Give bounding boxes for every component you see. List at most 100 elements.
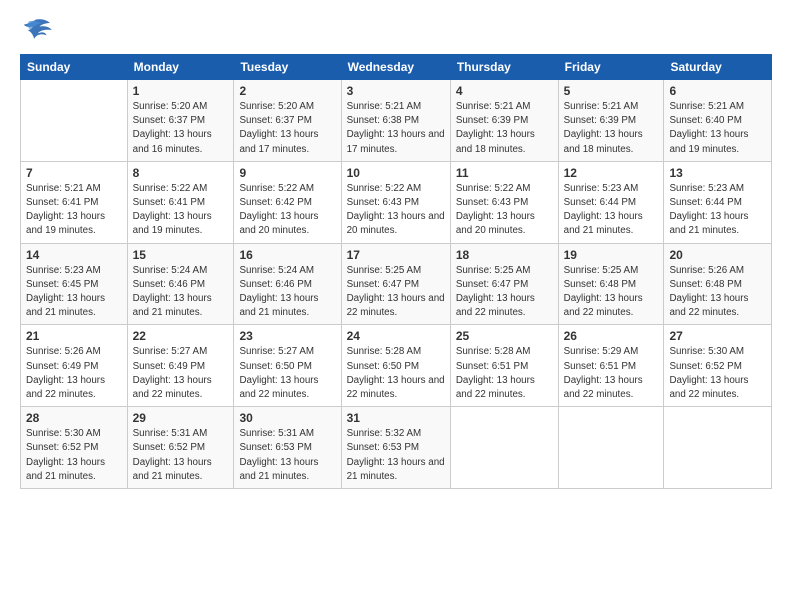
header-monday: Monday: [127, 55, 234, 80]
page-header: [20, 16, 772, 44]
calendar-cell: 8 Sunrise: 5:22 AMSunset: 6:41 PMDaylight…: [127, 161, 234, 243]
day-number: 24: [347, 329, 445, 343]
calendar-cell: 9 Sunrise: 5:22 AMSunset: 6:42 PMDaylight…: [234, 161, 341, 243]
day-info: Sunrise: 5:27 AMSunset: 6:50 PMDaylight:…: [239, 345, 335, 402]
day-info: Sunrise: 5:25 AMSunset: 6:48 PMDaylight:…: [564, 264, 659, 321]
day-number: 16: [239, 248, 335, 262]
day-info: Sunrise: 5:22 AMSunset: 6:41 PMDaylight:…: [133, 182, 229, 239]
day-info: Sunrise: 5:28 AMSunset: 6:50 PMDaylight:…: [347, 345, 445, 402]
calendar-cell: 3Sunrise: 5:21 AMSunset: 6:38 PMDaylight…: [341, 80, 450, 162]
calendar-cell: 28 Sunrise: 5:30 AMSunset: 6:52 PMDayligh…: [21, 407, 128, 489]
day-info: Sunrise: 5:23 AMSunset: 6:44 PMDaylight:…: [669, 182, 766, 239]
header-friday: Friday: [558, 55, 664, 80]
day-number: 10: [347, 166, 445, 180]
day-number: 22: [133, 329, 229, 343]
day-number: 15: [133, 248, 229, 262]
calendar-cell: 2 Sunrise: 5:20 AMSunset: 6:37 PMDaylight…: [234, 80, 341, 162]
day-number: 29: [133, 411, 229, 425]
week-row-1: 7 Sunrise: 5:21 AMSunset: 6:41 PMDaylight…: [21, 161, 772, 243]
calendar-cell: 6 Sunrise: 5:21 AMSunset: 6:40 PMDaylight…: [664, 80, 772, 162]
calendar-cell: 17 Sunrise: 5:25 AMSunset: 6:47 PMDayligh…: [341, 243, 450, 325]
calendar-cell: 24 Sunrise: 5:28 AMSunset: 6:50 PMDayligh…: [341, 325, 450, 407]
day-info: Sunrise: 5:25 AMSunset: 6:47 PMDaylight:…: [456, 264, 553, 321]
calendar-cell: 27 Sunrise: 5:30 AMSunset: 6:52 PMDayligh…: [664, 325, 772, 407]
day-info: Sunrise: 5:23 AMSunset: 6:45 PMDaylight:…: [26, 264, 122, 321]
day-number: 4: [456, 84, 553, 98]
calendar-header-row: SundayMondayTuesdayWednesdayThursdayFrid…: [21, 55, 772, 80]
day-number: 25: [456, 329, 553, 343]
day-info: Sunrise: 5:21 AMSunset: 6:40 PMDaylight:…: [669, 100, 766, 157]
calendar-cell: 15Sunrise: 5:24 AMSunset: 6:46 PMDayligh…: [127, 243, 234, 325]
calendar-cell: 5 Sunrise: 5:21 AMSunset: 6:39 PMDaylight…: [558, 80, 664, 162]
day-number: 9: [239, 166, 335, 180]
day-number: 30: [239, 411, 335, 425]
calendar-cell: 4 Sunrise: 5:21 AMSunset: 6:39 PMDaylight…: [450, 80, 558, 162]
day-info: Sunrise: 5:21 AMSunset: 6:39 PMDaylight:…: [564, 100, 659, 157]
day-number: 17: [347, 248, 445, 262]
day-number: 31: [347, 411, 445, 425]
day-number: 13: [669, 166, 766, 180]
day-number: 5: [564, 84, 659, 98]
calendar-cell: 10 Sunrise: 5:22 AMSunset: 6:43 PMDayligh…: [341, 161, 450, 243]
calendar-cell: 11 Sunrise: 5:22 AMSunset: 6:43 PMDayligh…: [450, 161, 558, 243]
day-info: Sunrise: 5:27 AMSunset: 6:49 PMDaylight:…: [133, 345, 229, 402]
day-info: Sunrise: 5:30 AMSunset: 6:52 PMDaylight:…: [26, 427, 122, 484]
day-number: 21: [26, 329, 122, 343]
day-number: 26: [564, 329, 659, 343]
logo: [20, 16, 56, 44]
day-number: 28: [26, 411, 122, 425]
calendar-cell: [558, 407, 664, 489]
day-number: 27: [669, 329, 766, 343]
week-row-4: 28 Sunrise: 5:30 AMSunset: 6:52 PMDayligh…: [21, 407, 772, 489]
week-row-2: 14Sunrise: 5:23 AMSunset: 6:45 PMDayligh…: [21, 243, 772, 325]
day-info: Sunrise: 5:21 AMSunset: 6:41 PMDaylight:…: [26, 182, 122, 239]
calendar-cell: 1Sunrise: 5:20 AMSunset: 6:37 PMDaylight…: [127, 80, 234, 162]
calendar-cell: 31 Sunrise: 5:32 AMSunset: 6:53 PMDayligh…: [341, 407, 450, 489]
day-info: Sunrise: 5:24 AMSunset: 6:46 PMDaylight:…: [239, 264, 335, 321]
day-info: Sunrise: 5:20 AMSunset: 6:37 PMDaylight:…: [133, 100, 229, 157]
day-info: Sunrise: 5:22 AMSunset: 6:42 PMDaylight:…: [239, 182, 335, 239]
day-info: Sunrise: 5:20 AMSunset: 6:37 PMDaylight:…: [239, 100, 335, 157]
day-number: 11: [456, 166, 553, 180]
day-info: Sunrise: 5:30 AMSunset: 6:52 PMDaylight:…: [669, 345, 766, 402]
calendar-cell: 20Sunrise: 5:26 AMSunset: 6:48 PMDayligh…: [664, 243, 772, 325]
calendar-cell: [21, 80, 128, 162]
calendar-cell: 23Sunrise: 5:27 AMSunset: 6:50 PMDayligh…: [234, 325, 341, 407]
header-saturday: Saturday: [664, 55, 772, 80]
day-info: Sunrise: 5:23 AMSunset: 6:44 PMDaylight:…: [564, 182, 659, 239]
day-info: Sunrise: 5:31 AMSunset: 6:52 PMDaylight:…: [133, 427, 229, 484]
week-row-0: 1Sunrise: 5:20 AMSunset: 6:37 PMDaylight…: [21, 80, 772, 162]
day-info: Sunrise: 5:22 AMSunset: 6:43 PMDaylight:…: [347, 182, 445, 239]
day-info: Sunrise: 5:28 AMSunset: 6:51 PMDaylight:…: [456, 345, 553, 402]
day-info: Sunrise: 5:22 AMSunset: 6:43 PMDaylight:…: [456, 182, 553, 239]
day-number: 12: [564, 166, 659, 180]
calendar-cell: 12 Sunrise: 5:23 AMSunset: 6:44 PMDayligh…: [558, 161, 664, 243]
calendar-cell: 18Sunrise: 5:25 AMSunset: 6:47 PMDayligh…: [450, 243, 558, 325]
day-number: 3: [347, 84, 445, 98]
day-info: Sunrise: 5:21 AMSunset: 6:39 PMDaylight:…: [456, 100, 553, 157]
header-sunday: Sunday: [21, 55, 128, 80]
logo-icon: [20, 16, 52, 44]
header-tuesday: Tuesday: [234, 55, 341, 80]
calendar-cell: 29 Sunrise: 5:31 AMSunset: 6:52 PMDayligh…: [127, 407, 234, 489]
calendar-cell: 30Sunrise: 5:31 AMSunset: 6:53 PMDayligh…: [234, 407, 341, 489]
day-number: 20: [669, 248, 766, 262]
day-number: 7: [26, 166, 122, 180]
day-info: Sunrise: 5:26 AMSunset: 6:49 PMDaylight:…: [26, 345, 122, 402]
header-wednesday: Wednesday: [341, 55, 450, 80]
day-number: 8: [133, 166, 229, 180]
day-number: 6: [669, 84, 766, 98]
day-info: Sunrise: 5:25 AMSunset: 6:47 PMDaylight:…: [347, 264, 445, 321]
calendar-table: SundayMondayTuesdayWednesdayThursdayFrid…: [20, 54, 772, 489]
calendar-cell: 25 Sunrise: 5:28 AMSunset: 6:51 PMDayligh…: [450, 325, 558, 407]
day-number: 2: [239, 84, 335, 98]
calendar-cell: 19Sunrise: 5:25 AMSunset: 6:48 PMDayligh…: [558, 243, 664, 325]
calendar-cell: [664, 407, 772, 489]
calendar-cell: 21 Sunrise: 5:26 AMSunset: 6:49 PMDayligh…: [21, 325, 128, 407]
week-row-3: 21 Sunrise: 5:26 AMSunset: 6:49 PMDayligh…: [21, 325, 772, 407]
calendar-cell: 13 Sunrise: 5:23 AMSunset: 6:44 PMDayligh…: [664, 161, 772, 243]
calendar-cell: [450, 407, 558, 489]
header-thursday: Thursday: [450, 55, 558, 80]
day-info: Sunrise: 5:32 AMSunset: 6:53 PMDaylight:…: [347, 427, 445, 484]
calendar-cell: 7 Sunrise: 5:21 AMSunset: 6:41 PMDaylight…: [21, 161, 128, 243]
